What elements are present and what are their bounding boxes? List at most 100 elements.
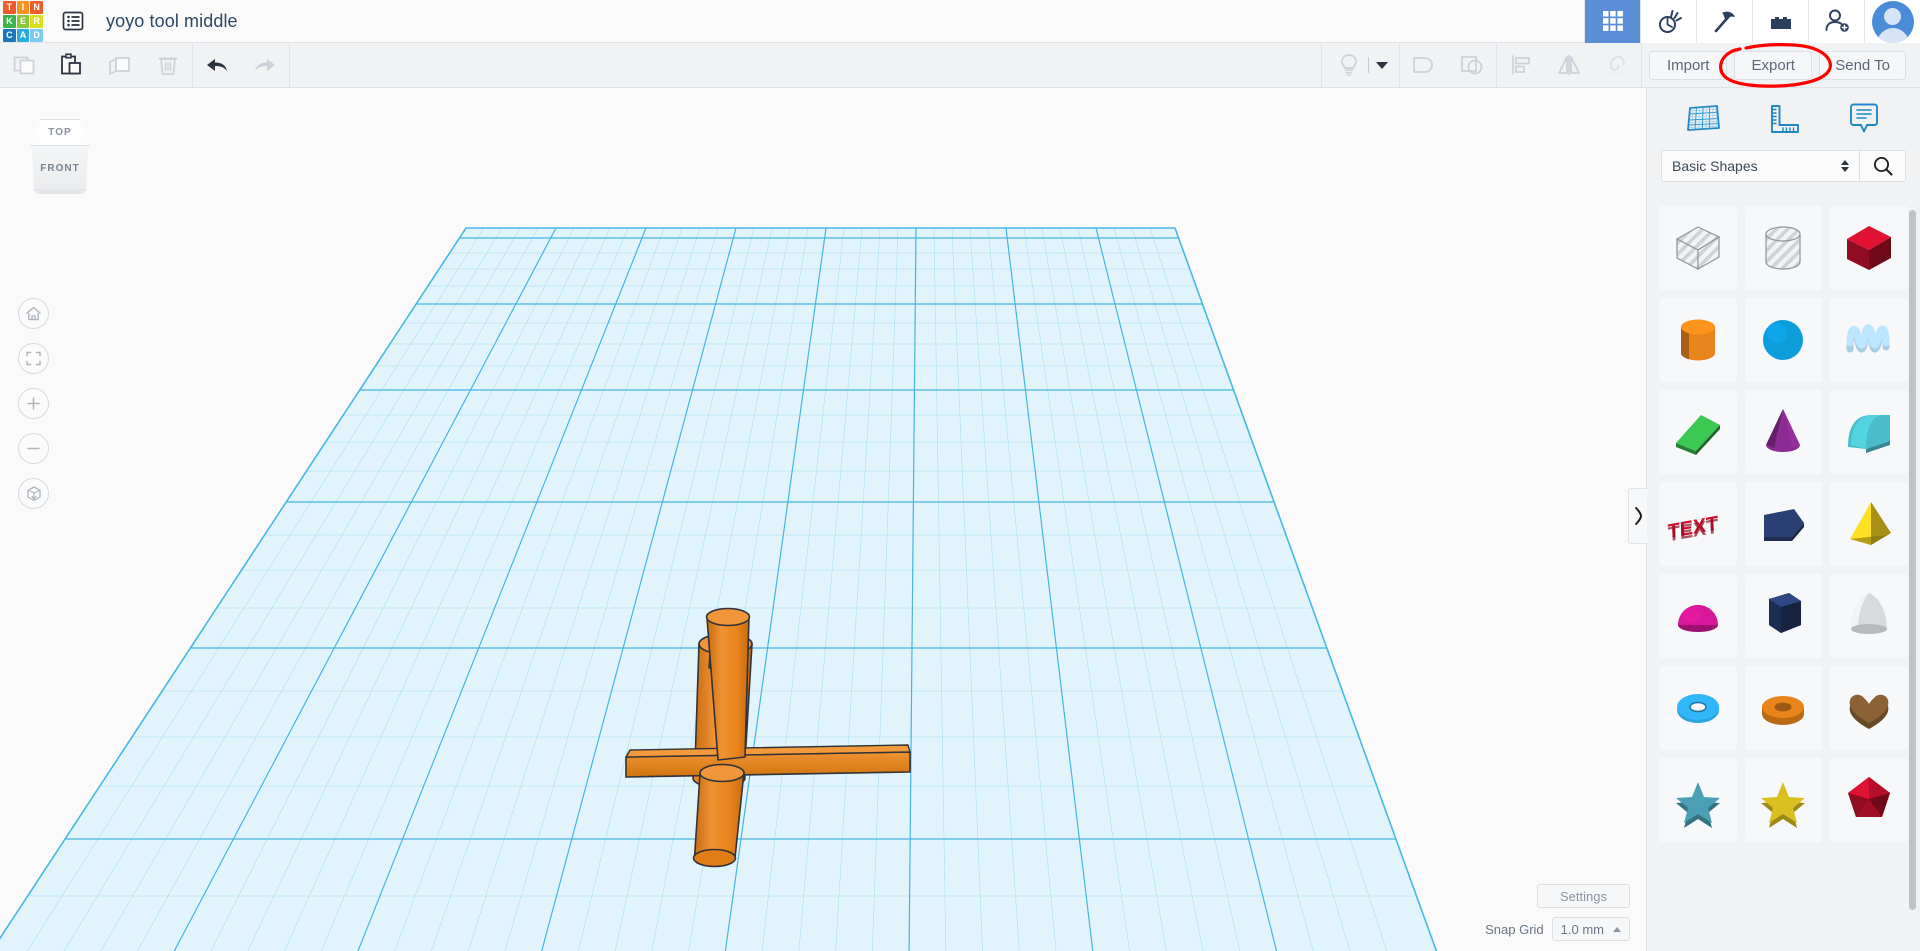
lightbulb-dropdown-button[interactable] [1371, 43, 1393, 88]
shape-category-row: Basic Shapes [1647, 150, 1920, 182]
view-cube-front-label: FRONT [40, 162, 80, 174]
mirror-button[interactable] [1545, 43, 1593, 88]
shape-cylinder-hole[interactable] [1744, 206, 1823, 290]
tab-note[interactable] [1836, 96, 1892, 142]
shape-heart[interactable] [1830, 666, 1908, 750]
design-canvas[interactable]: Workplane TOP FRONT [0, 88, 1646, 951]
shape-search-button[interactable] [1860, 150, 1906, 182]
chevron-right-icon [1634, 507, 1642, 525]
align-button[interactable] [1497, 43, 1545, 88]
note-comment-icon [1849, 103, 1878, 133]
duplicate-button[interactable] [96, 43, 144, 88]
panel-collapse-button[interactable] [1628, 488, 1647, 544]
shape-roof[interactable] [1830, 390, 1908, 474]
document-title[interactable]: yoyo tool middle [106, 11, 238, 32]
group-shapes-icon [1413, 57, 1434, 73]
codeblocks-button[interactable] [1696, 0, 1752, 43]
ruler-icon [1771, 105, 1800, 133]
logo-tile-n: N [30, 0, 43, 14]
search-icon [1873, 157, 1892, 176]
shape-star-teal[interactable] [1659, 758, 1737, 842]
fit-frame-icon [26, 351, 41, 366]
zoom-in-button[interactable] [18, 388, 49, 419]
lightbulb-button[interactable] [1332, 43, 1366, 88]
workplane-3d-view[interactable]: Workplane [0, 88, 1646, 951]
shapes-grid: TEXT TEXT [1659, 206, 1908, 842]
shape-dome[interactable] [1659, 574, 1737, 658]
plus-icon [27, 397, 40, 410]
shape-paraboloid[interactable] [1830, 574, 1908, 658]
invite-person-icon [1825, 9, 1849, 32]
shape-cylinder[interactable] [1659, 298, 1737, 382]
shape-tube[interactable] [1744, 666, 1823, 750]
undo-arrow-icon [207, 59, 227, 71]
minus-icon [27, 447, 40, 450]
magnet-button[interactable] [1593, 43, 1641, 88]
shape-cone[interactable] [1744, 390, 1823, 474]
shapes-scrollbar[interactable] [1909, 210, 1916, 910]
tab-ruler[interactable] [1755, 96, 1811, 142]
shape-hex-prism[interactable] [1744, 574, 1823, 658]
logo-tile-c: C [3, 28, 16, 42]
snap-grid-value: 1.0 mm [1560, 921, 1604, 937]
undo-button[interactable] [193, 43, 241, 88]
shape-torus[interactable] [1659, 666, 1737, 750]
paste-button[interactable] [48, 43, 96, 88]
delete-button[interactable] [144, 43, 192, 88]
history-group [193, 43, 289, 88]
home-view-button[interactable] [18, 298, 49, 329]
shape-wedge[interactable] [1659, 390, 1737, 474]
snap-grid-select[interactable]: 1.0 mm [1551, 917, 1630, 941]
learn-hand-icon [1658, 10, 1682, 33]
invite-button[interactable] [1808, 0, 1864, 43]
magnet-icon [1610, 55, 1625, 76]
export-wrapper: Export [1719, 42, 1833, 88]
shape-category-value: Basic Shapes [1672, 158, 1758, 174]
shape-polyhedron[interactable] [1830, 758, 1908, 842]
shape-box-hole[interactable] [1659, 206, 1737, 290]
copy-icon [13, 56, 35, 75]
documents-list-button[interactable] [60, 9, 86, 33]
top-bar: TINKERCAD yoyo tool middle [0, 0, 1920, 43]
shape-sphere[interactable] [1744, 298, 1823, 382]
caret-up-icon [1613, 926, 1621, 932]
send-to-button[interactable]: Send To [1819, 50, 1906, 80]
logo-tile-k: K [3, 14, 16, 28]
logo-tile-r: R [30, 14, 43, 28]
fit-to-view-button[interactable] [18, 343, 49, 374]
mirror-icon [1558, 55, 1581, 75]
shape-polygon-prism[interactable] [1744, 482, 1823, 566]
blocks-brick-icon [1770, 17, 1791, 29]
blocks-button[interactable] [1752, 0, 1808, 43]
redo-button[interactable] [241, 43, 289, 88]
tinkercad-logo[interactable]: TINKERCAD [0, 0, 44, 43]
shape-category-select[interactable]: Basic Shapes [1661, 150, 1860, 182]
view-cube[interactable]: TOP FRONT [27, 119, 93, 199]
view-cube-front-face[interactable]: FRONT [31, 146, 89, 191]
group-button[interactable] [1400, 43, 1448, 88]
shape-star-yellow[interactable] [1744, 758, 1823, 842]
apps-grid-button[interactable] [1584, 0, 1640, 43]
view-cube-top-label: TOP [48, 127, 72, 138]
shapes-scroll-area[interactable]: TEXT TEXT [1647, 198, 1920, 951]
export-button[interactable]: Export [1734, 50, 1813, 80]
logo-tile-e: E [16, 14, 30, 28]
shape-text[interactable]: TEXT TEXT [1659, 482, 1737, 566]
zoom-out-button[interactable] [18, 433, 49, 464]
learn-button[interactable] [1640, 0, 1696, 43]
shape-pyramid[interactable] [1830, 482, 1908, 566]
settings-button[interactable]: Settings [1537, 884, 1630, 908]
perspective-toggle-button[interactable] [18, 478, 49, 509]
import-button[interactable]: Import [1649, 50, 1728, 80]
copy-button[interactable] [0, 43, 48, 88]
tab-workplane[interactable] [1675, 96, 1731, 142]
user-avatar-button[interactable] [1864, 0, 1920, 43]
shape-scribble[interactable] [1830, 298, 1908, 382]
view-cube-top-face[interactable]: TOP [31, 119, 89, 146]
model-cylinder-front-leg [692, 763, 745, 868]
ungroup-button[interactable] [1448, 43, 1496, 88]
shape-box[interactable] [1830, 206, 1908, 290]
cube-view-icon [26, 485, 41, 501]
shapes-panel: Basic Shapes TEXT TEXT [1628, 88, 1920, 951]
list-icon [62, 11, 84, 31]
